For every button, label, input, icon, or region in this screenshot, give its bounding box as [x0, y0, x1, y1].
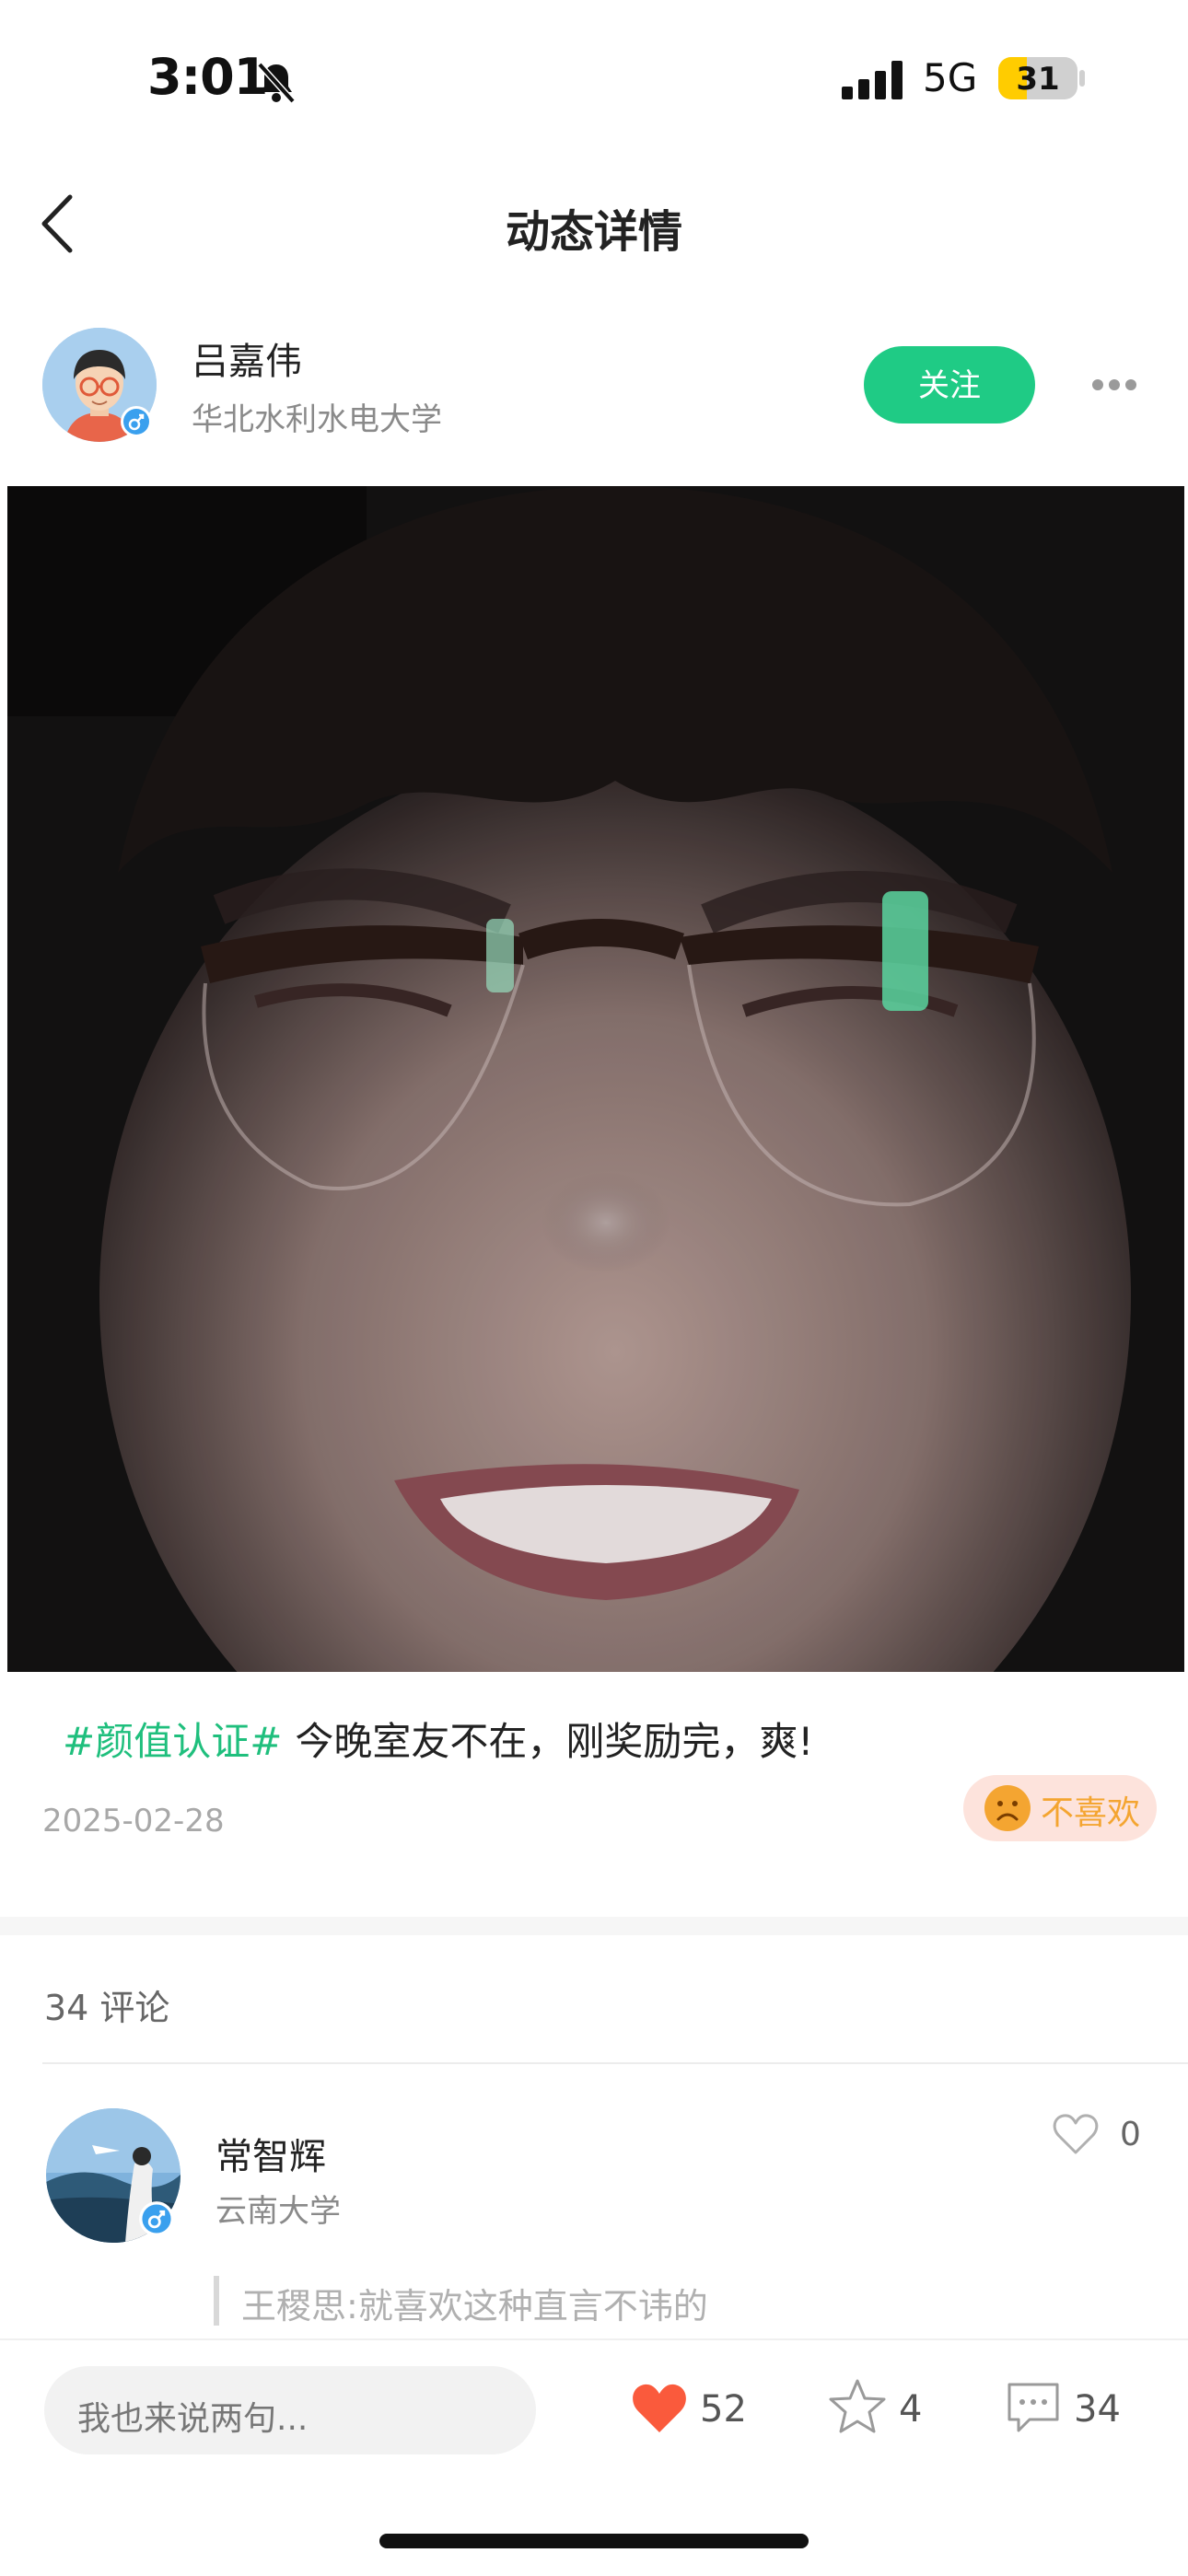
gender-badge-icon	[121, 406, 152, 437]
cellular-signal-icon	[842, 61, 903, 99]
page-title: 动态详情	[505, 206, 682, 258]
bell-muted-icon	[257, 62, 296, 103]
post-text: 今晚室友不在，刚奖励完，爽!	[295, 1719, 814, 1764]
quote-bar	[214, 2276, 219, 2326]
reply-quote[interactable]: 王稷思:就喜欢这种直言不讳的	[241, 2278, 708, 2328]
favorite-count: 4	[899, 2388, 923, 2431]
post-photo[interactable]	[7, 486, 1184, 1672]
home-indicator[interactable]	[379, 2534, 809, 2548]
heart-filled-icon[interactable]	[630, 2381, 689, 2436]
post-caption: #颜值认证# 今晚室友不在，刚奖励完，爽!	[63, 1711, 813, 1767]
section-divider	[0, 1917, 1188, 1935]
star-outline-icon[interactable]	[827, 2377, 888, 2436]
follow-button[interactable]: 关注	[864, 346, 1035, 424]
comment-like-count: 0	[1120, 2116, 1141, 2153]
divider	[42, 2062, 1188, 2064]
post-date: 2025-02-28	[42, 1803, 225, 1839]
topic-tag[interactable]: #颜值认证#	[63, 1719, 282, 1764]
sad-face-icon	[984, 1785, 1031, 1831]
author-school: 华北水利水电大学	[192, 401, 442, 438]
dislike-label: 不喜欢	[1041, 1794, 1141, 1832]
comment-input-placeholder[interactable]: 我也来说两句...	[77, 2392, 308, 2440]
gender-badge-icon	[139, 2201, 174, 2236]
author-name[interactable]: 吕嘉伟	[192, 331, 302, 385]
battery-level: 31	[1016, 61, 1060, 98]
commenter-school: 云南大学	[215, 2193, 341, 2230]
battery-indicator: 31	[998, 57, 1077, 99]
battery-tip	[1079, 70, 1085, 87]
status-time: 3:01	[147, 48, 268, 106]
comment-count: 34	[1074, 2388, 1121, 2431]
dislike-button[interactable]: 不喜欢	[963, 1775, 1157, 1841]
heart-outline-icon[interactable]	[1052, 2112, 1100, 2156]
comment-bubble-icon[interactable]	[1004, 2379, 1063, 2434]
comment-count-header: 34 评论	[44, 1988, 170, 2028]
like-count: 52	[700, 2388, 747, 2431]
more-options-icon[interactable]	[1090, 377, 1138, 392]
network-type: 5G	[923, 55, 978, 100]
commenter-name[interactable]: 常智辉	[215, 2127, 326, 2180]
